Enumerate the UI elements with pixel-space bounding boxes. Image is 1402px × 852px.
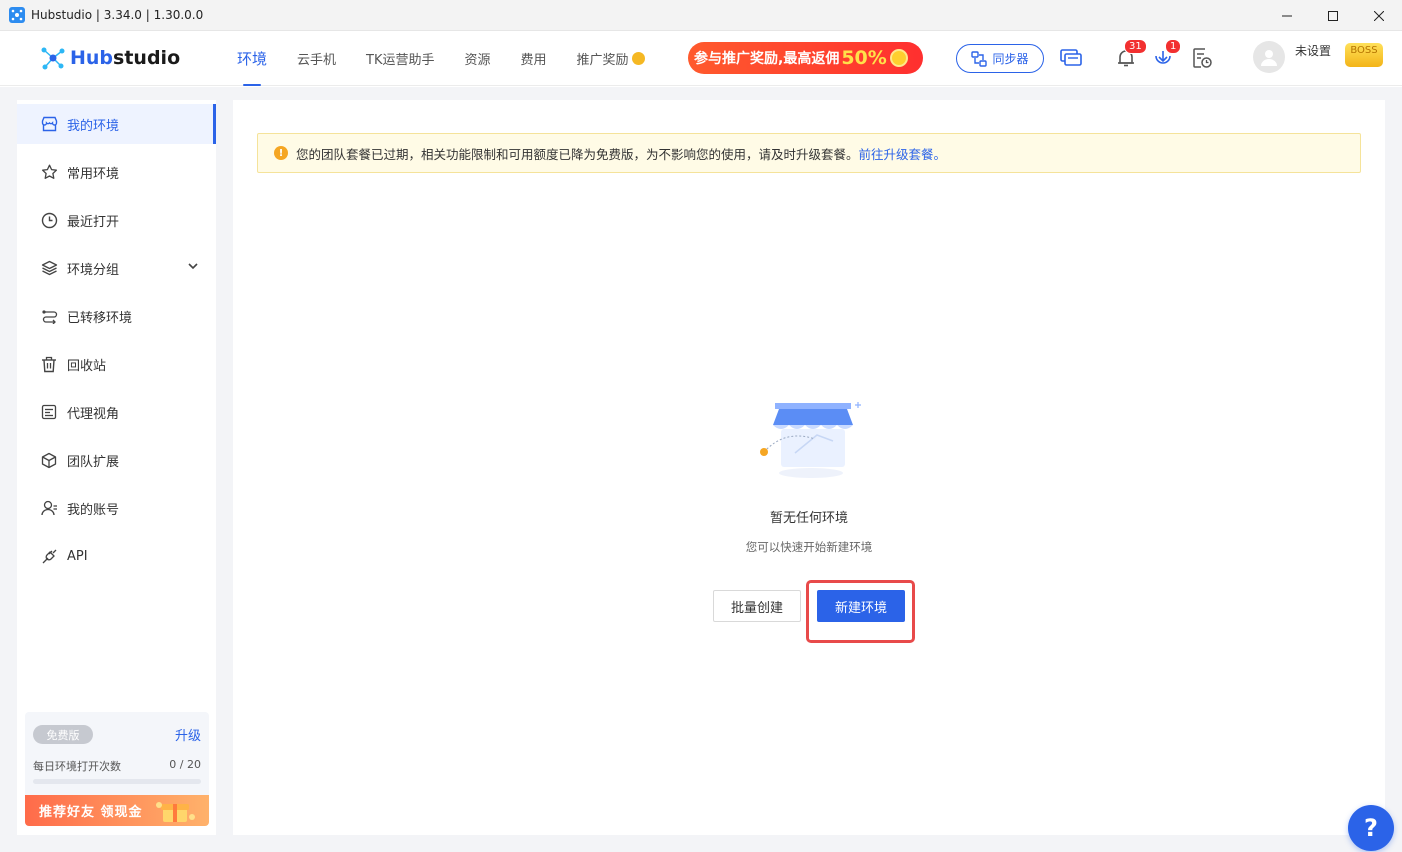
promo-text: 参与推广奖励,最高返佣 [694,51,840,67]
multi-screen-button[interactable] [1059,46,1083,70]
referral-banner[interactable]: 推荐好友 领现金 [25,795,209,826]
window-titlebar: Hubstudio | 3.34.0 | 1.30.0.0 [0,0,1402,31]
user-avatar-icon [1261,50,1277,66]
sidebar: 我的环境 常用环境 最近打开 环境分组 已转移环境 回收站 代理视角 团队扩展 … [17,100,216,835]
window-title: Hubstudio | 3.34.0 | 1.30.0.0 [31,8,204,22]
close-icon [1374,10,1384,21]
upgrade-plan-link[interactable]: 前往升级套餐。 [859,144,947,163]
minimize-button[interactable] [1264,0,1310,31]
tab-billing[interactable]: 费用 [521,31,547,86]
layers-icon [40,259,58,277]
app-icon [9,7,25,23]
top-navigation: Hubstudio 环境 云手机 TK运营助手 资源 费用 推广奖励 参与推广奖… [0,31,1402,86]
username: 未设置 [1295,43,1332,58]
sidebar-item-label: 回收站 [67,358,107,374]
promo-percent: 50% [841,47,887,69]
store-icon [40,115,58,133]
warning-icon: ! [274,146,288,160]
sidebar-item-label: 常用环境 [67,166,120,182]
sidebar-item-my-account[interactable]: 我的账号 [17,488,216,528]
sidebar-item-label: 已转移环境 [67,310,133,326]
synchronizer-button[interactable]: 同步器 [956,44,1044,73]
close-window-button[interactable] [1356,0,1402,31]
proxy-icon [40,403,58,421]
cube-icon [40,451,58,469]
api-icon [40,547,58,565]
tab-resources[interactable]: 资源 [465,31,491,86]
gift-box-icon [155,801,195,822]
tab-referral-rewards-label: 推广奖励 [576,53,629,68]
sidebar-item-team-extensions[interactable]: 团队扩展 [17,440,216,480]
daily-open-count: 0 / 20 [169,758,201,771]
tab-environment[interactable]: 环境 [237,31,267,86]
hubstudio-logo[interactable]: Hubstudio [40,45,180,71]
transfer-icon [40,307,58,325]
notifications-badge: 31 [1124,39,1147,54]
upgrade-link[interactable]: 升级 [175,725,201,744]
sidebar-item-recent[interactable]: 最近打开 [17,200,216,240]
coin-icon [631,52,645,65]
sidebar-item-transferred[interactable]: 已转移环境 [17,296,216,336]
sidebar-item-label: 环境分组 [67,262,120,278]
maximize-button[interactable] [1310,0,1356,31]
plan-card: 免费版 升级 每日环境打开次数 0 / 20 推荐好友 领现金 [25,712,209,826]
trash-icon [40,355,58,373]
sidebar-item-label: 代理视角 [67,406,120,422]
sync-icon [971,50,988,67]
sidebar-item-label: 我的账号 [67,502,120,518]
app-body: 我的环境 常用环境 最近打开 环境分组 已转移环境 回收站 代理视角 团队扩展 … [0,87,1402,852]
nav-tabs: 环境 云手机 TK运营助手 资源 费用 推广奖励 [237,31,675,86]
help-button[interactable]: ? [1348,805,1394,851]
tab-referral-rewards[interactable]: 推广奖励 [577,31,645,86]
sidebar-item-env-groups[interactable]: 环境分组 [17,248,216,288]
sidebar-item-label: 最近打开 [67,214,120,230]
sidebar-item-label: API [67,548,88,564]
downloads-badge: 1 [1165,39,1182,54]
minimize-icon [1282,15,1292,16]
logo-icon [41,47,65,70]
sidebar-item-label: 我的环境 [67,118,120,134]
sync-label: 同步器 [992,52,1029,66]
sidebar-item-proxy-view[interactable]: 代理视角 [17,392,216,432]
daily-open-label: 每日环境打开次数 [33,760,121,773]
sidebar-item-my-environments[interactable]: 我的环境 [17,104,216,144]
sidebar-item-favorites[interactable]: 常用环境 [17,152,216,192]
main-panel: ! 您的团队套餐已过期，相关功能限制和可用额度已降为免费版，为不影响您的使用，请… [233,100,1385,835]
referral-text: 推荐好友 领现金 [39,805,143,820]
maximize-icon [1328,10,1338,21]
clock-icon [40,211,58,229]
notifications-button[interactable]: 31 [1114,39,1147,70]
boss-badge: BOSS [1345,43,1383,67]
chevron-down-icon[interactable] [187,260,199,272]
empty-state-title: 暂无任何环境 [769,511,848,526]
coin-icon [889,49,908,67]
sidebar-item-api[interactable]: API [17,536,216,576]
user-icon [40,499,58,517]
tab-tk-assistant[interactable]: TK运营助手 [366,31,434,86]
monitor-icon [1060,49,1082,66]
new-environment-button[interactable]: 新建环境 [817,590,905,622]
task-log-button[interactable] [1190,46,1214,70]
empty-store-illustration [760,402,861,478]
tab-cloud-phone[interactable]: 云手机 [297,31,336,86]
plan-badge: 免费版 [33,725,93,744]
daily-open-progress [33,779,201,784]
downloads-button[interactable]: 1 [1151,39,1182,70]
user-menu[interactable]: 未设置 BOSS [1253,41,1383,73]
empty-state-subtitle: 您可以快速开始新建环境 [745,540,873,554]
sidebar-item-label: 团队扩展 [67,454,120,470]
document-clock-icon [1193,48,1212,68]
notice-text: 您的团队套餐已过期，相关功能限制和可用额度已降为免费版，为不影响您的使用，请及时… [296,146,859,162]
logo-text: Hubstudio [70,47,181,69]
batch-create-button[interactable]: 批量创建 [713,590,801,622]
promo-banner[interactable]: 参与推广奖励,最高返佣 50% [688,42,923,74]
sidebar-item-recycle-bin[interactable]: 回收站 [17,344,216,384]
avatar [1253,41,1285,73]
plan-expired-notice: ! 您的团队套餐已过期，相关功能限制和可用额度已降为免费版，为不影响您的使用，请… [257,133,1361,173]
star-icon [40,163,58,181]
